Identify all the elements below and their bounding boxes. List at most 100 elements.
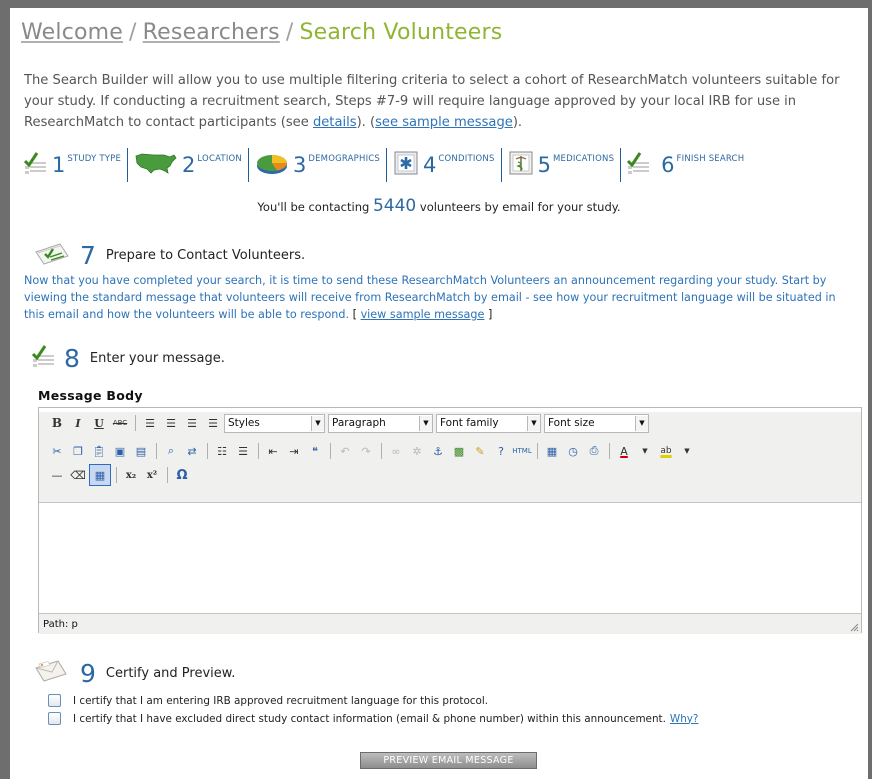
- insert-time-icon[interactable]: ◷: [563, 441, 583, 461]
- horizontal-rule-icon[interactable]: —: [47, 465, 67, 485]
- link-icon[interactable]: ∞: [386, 441, 406, 461]
- certify-contact-checkbox[interactable]: [48, 712, 61, 725]
- checklist-icon: [23, 150, 48, 180]
- replace-icon[interactable]: ⇄: [182, 441, 202, 461]
- align-center-icon[interactable]: ☰: [161, 413, 181, 433]
- details-link[interactable]: details: [313, 115, 357, 130]
- font-family-select[interactable]: Font family ▼: [436, 413, 541, 433]
- step-label: FINISH SEARCH: [676, 154, 745, 164]
- step-divider: [620, 148, 622, 182]
- view-sample-message-link[interactable]: view sample message: [361, 308, 485, 321]
- paste-icon[interactable]: 📋︎: [89, 441, 109, 461]
- format-select[interactable]: Paragraph ▼: [328, 413, 433, 433]
- step9-number: 9: [80, 658, 96, 688]
- step9-heading: 9 Certify and Preview.: [32, 658, 235, 688]
- step-number: 5: [537, 153, 551, 177]
- count-prefix: You'll be contacting: [257, 200, 370, 214]
- toolbar-divider: [609, 443, 610, 459]
- superscript-icon[interactable]: x²: [142, 465, 162, 485]
- breadcrumb-welcome-link[interactable]: Welcome: [21, 20, 123, 45]
- html-source-icon[interactable]: HTML: [512, 441, 532, 461]
- toolbar-divider: [330, 443, 331, 459]
- step-finish-search[interactable]: 6 FINISH SEARCH: [627, 148, 750, 182]
- step-conditions[interactable]: 4 CONDITIONS: [393, 148, 501, 182]
- count-number: 5440: [372, 196, 417, 216]
- step-demographics[interactable]: 3 DEMOGRAPHICS: [255, 148, 386, 182]
- image-icon[interactable]: ▩: [449, 441, 469, 461]
- toolbar-divider: [207, 443, 208, 459]
- cleanup-icon[interactable]: ✎: [470, 441, 490, 461]
- certify-irb-row: I certify that I am entering IRB approve…: [48, 694, 488, 707]
- step-number: 1: [52, 153, 66, 177]
- toolbar-divider: [135, 415, 136, 431]
- blockquote-icon[interactable]: ❝: [305, 441, 325, 461]
- align-left-icon[interactable]: ☰: [140, 413, 160, 433]
- step8-title: Enter your message.: [89, 350, 225, 366]
- align-right-icon[interactable]: ☰: [182, 413, 202, 433]
- step7-number: 7: [80, 241, 96, 270]
- italic-button[interactable]: I: [68, 413, 88, 433]
- notepad-icon: [32, 242, 72, 270]
- editor-status-bar: Path: p: [39, 613, 861, 634]
- bold-button[interactable]: B: [47, 413, 67, 433]
- intro-text-part: ).: [512, 115, 523, 130]
- preview-icon[interactable]: ⎙: [584, 441, 604, 461]
- underline-button[interactable]: U: [89, 413, 109, 433]
- anchor-icon[interactable]: ⚓: [428, 441, 448, 461]
- see-sample-message-link[interactable]: see sample message: [375, 115, 513, 130]
- text-color-icon[interactable]: A: [614, 441, 634, 461]
- breadcrumb-researchers-link[interactable]: Researchers: [143, 20, 280, 45]
- breadcrumb-separator: /: [129, 20, 137, 45]
- chevron-down-icon[interactable]: ▼: [677, 441, 697, 461]
- envelope-icon: [32, 658, 72, 688]
- cut-icon[interactable]: ✂: [47, 441, 67, 461]
- why-link[interactable]: Why?: [670, 713, 699, 725]
- pie-chart-icon: [255, 150, 289, 180]
- redo-icon[interactable]: ↷: [356, 441, 376, 461]
- step-number: 3: [292, 153, 307, 177]
- us-map-icon: [134, 150, 178, 180]
- step7-heading: 7 Prepare to Contact Volunteers.: [32, 241, 305, 270]
- certify-irb-label: I certify that I am entering IRB approve…: [73, 694, 489, 707]
- certify-irb-checkbox[interactable]: [48, 694, 61, 707]
- font-size-select[interactable]: Font size ▼: [544, 413, 649, 433]
- volunteer-count: You'll be contacting 5440 volunteers by …: [10, 196, 868, 216]
- toolbar-divider: [167, 467, 168, 483]
- numbered-list-icon[interactable]: ☰: [233, 441, 253, 461]
- indent-icon[interactable]: ⇥: [284, 441, 304, 461]
- message-body-editor[interactable]: [39, 503, 861, 613]
- strikethrough-button[interactable]: ABC: [110, 413, 130, 433]
- certify-contact-label: I certify that I have excluded direct st…: [73, 712, 666, 725]
- font-family-select-value: Font family: [440, 417, 499, 429]
- resize-handle-icon[interactable]: [849, 622, 859, 632]
- bullet-list-icon[interactable]: ☷: [212, 441, 232, 461]
- chevron-down-icon[interactable]: ▼: [635, 441, 655, 461]
- step-divider: [386, 148, 388, 182]
- styles-select[interactable]: Styles ▼: [224, 413, 325, 433]
- unlink-icon[interactable]: ✲: [407, 441, 427, 461]
- step-divider: [247, 148, 249, 182]
- preview-email-button[interactable]: PREVIEW EMAIL MESSAGE: [360, 752, 537, 769]
- page: Welcome / Researchers / Search Volunteers Th…: [10, 8, 868, 779]
- step8-number: 8: [64, 343, 80, 373]
- paste-text-icon[interactable]: ▣: [110, 441, 130, 461]
- step-medications[interactable]: 5 MEDICATIONS: [508, 148, 621, 182]
- insert-date-icon[interactable]: ▦: [542, 441, 562, 461]
- steps-nav: 1 STUDY TYPE 2 LOCATION 3 DEMOGRAPHICS 4…: [23, 145, 870, 185]
- help-icon[interactable]: ?: [491, 441, 511, 461]
- special-char-icon[interactable]: Ω: [172, 465, 192, 485]
- align-justify-icon[interactable]: ☰: [203, 413, 223, 433]
- step-number: 4: [423, 153, 437, 177]
- subscript-icon[interactable]: x₂: [121, 465, 141, 485]
- visual-aid-icon[interactable]: ▦: [89, 464, 111, 486]
- paste-word-icon[interactable]: ▤: [131, 441, 151, 461]
- outdent-icon[interactable]: ⇤: [263, 441, 283, 461]
- step-location[interactable]: 2 LOCATION: [134, 148, 248, 182]
- undo-icon[interactable]: ↶: [335, 441, 355, 461]
- copy-icon[interactable]: ❐: [68, 441, 88, 461]
- step-label: DEMOGRAPHICS: [308, 154, 381, 164]
- highlight-color-icon[interactable]: ab: [656, 441, 676, 461]
- remove-format-icon[interactable]: ⌫: [68, 465, 88, 485]
- step-study-type[interactable]: 1 STUDY TYPE: [23, 148, 127, 182]
- find-icon[interactable]: ⌕: [161, 441, 181, 461]
